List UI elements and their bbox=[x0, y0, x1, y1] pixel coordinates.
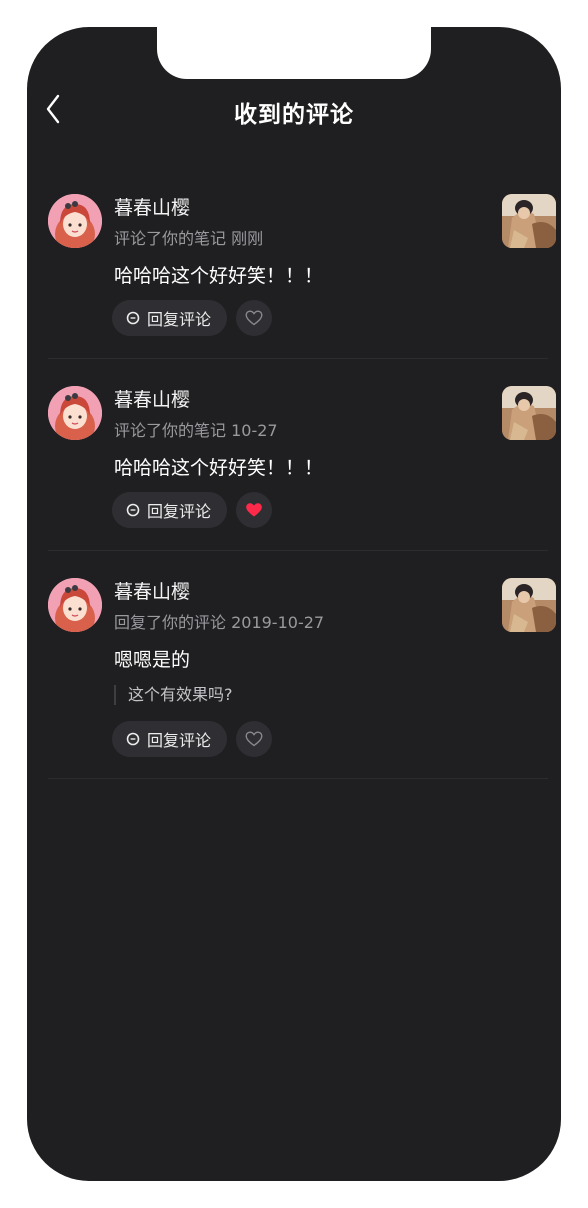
heart-outline-icon bbox=[245, 731, 263, 747]
note-thumbnail[interactable] bbox=[502, 578, 556, 632]
phone-screen: 收到的评论 暮春山樱 评论了你的笔记 刚刚 哈哈哈这个好好笑！！！ 回复评论 暮… bbox=[27, 27, 561, 1181]
comment-username[interactable]: 暮春山樱 bbox=[114, 577, 190, 604]
reply-comment-button[interactable]: 回复评论 bbox=[112, 492, 228, 528]
reply-comment-label: 回复评论 bbox=[147, 310, 212, 329]
device-notch bbox=[157, 27, 431, 79]
comment-bubble-icon bbox=[126, 732, 140, 746]
comment-list: 暮春山樱 评论了你的笔记 刚刚 哈哈哈这个好好笑！！！ 回复评论 暮春山樱 评论… bbox=[48, 167, 556, 779]
heart-outline-icon bbox=[245, 310, 263, 326]
like-button[interactable] bbox=[236, 492, 273, 528]
comment-bubble-icon bbox=[126, 503, 140, 517]
comment-bubble-icon bbox=[126, 311, 140, 325]
avatar[interactable] bbox=[48, 194, 102, 248]
reply-comment-label: 回复评论 bbox=[147, 731, 212, 750]
note-thumbnail[interactable] bbox=[502, 194, 556, 248]
comment-actions: 回复评论 bbox=[112, 721, 273, 757]
page-title: 收到的评论 bbox=[234, 102, 354, 128]
avatar[interactable] bbox=[48, 386, 102, 440]
comment-text: 哈哈哈这个好好笑！！！ bbox=[114, 265, 324, 287]
comment-text: 哈哈哈这个好好笑！！！ bbox=[114, 457, 324, 479]
comment-meta: 评论了你的笔记 10-27 bbox=[114, 421, 278, 440]
navigation-bar: 收到的评论 bbox=[27, 89, 561, 129]
comment-meta: 回复了你的评论 2019-10-27 bbox=[114, 613, 325, 632]
comment-meta: 评论了你的笔记 刚刚 bbox=[114, 229, 264, 248]
reply-comment-label: 回复评论 bbox=[147, 502, 212, 521]
list-item: 暮春山樱 评论了你的笔记 10-27 哈哈哈这个好好笑！！！ 回复评论 bbox=[48, 359, 556, 551]
avatar[interactable] bbox=[48, 578, 102, 632]
like-button[interactable] bbox=[236, 300, 273, 336]
list-item: 暮春山樱 回复了你的评论 2019-10-27 嗯嗯是的 这个有效果吗? 回复评… bbox=[48, 551, 556, 779]
heart-filled-icon bbox=[246, 503, 262, 517]
like-button[interactable] bbox=[236, 721, 273, 757]
comment-actions: 回复评论 bbox=[112, 492, 273, 528]
quoted-comment: 这个有效果吗? bbox=[114, 685, 233, 705]
reply-comment-button[interactable]: 回复评论 bbox=[112, 300, 228, 336]
list-item: 暮春山樱 评论了你的笔记 刚刚 哈哈哈这个好好笑！！！ 回复评论 bbox=[48, 167, 556, 359]
reply-comment-button[interactable]: 回复评论 bbox=[112, 721, 228, 757]
comment-text: 嗯嗯是的 bbox=[114, 649, 191, 671]
comment-actions: 回复评论 bbox=[112, 300, 273, 336]
comment-username[interactable]: 暮春山樱 bbox=[114, 193, 190, 220]
note-thumbnail[interactable] bbox=[502, 386, 556, 440]
comment-username[interactable]: 暮春山樱 bbox=[114, 385, 190, 412]
